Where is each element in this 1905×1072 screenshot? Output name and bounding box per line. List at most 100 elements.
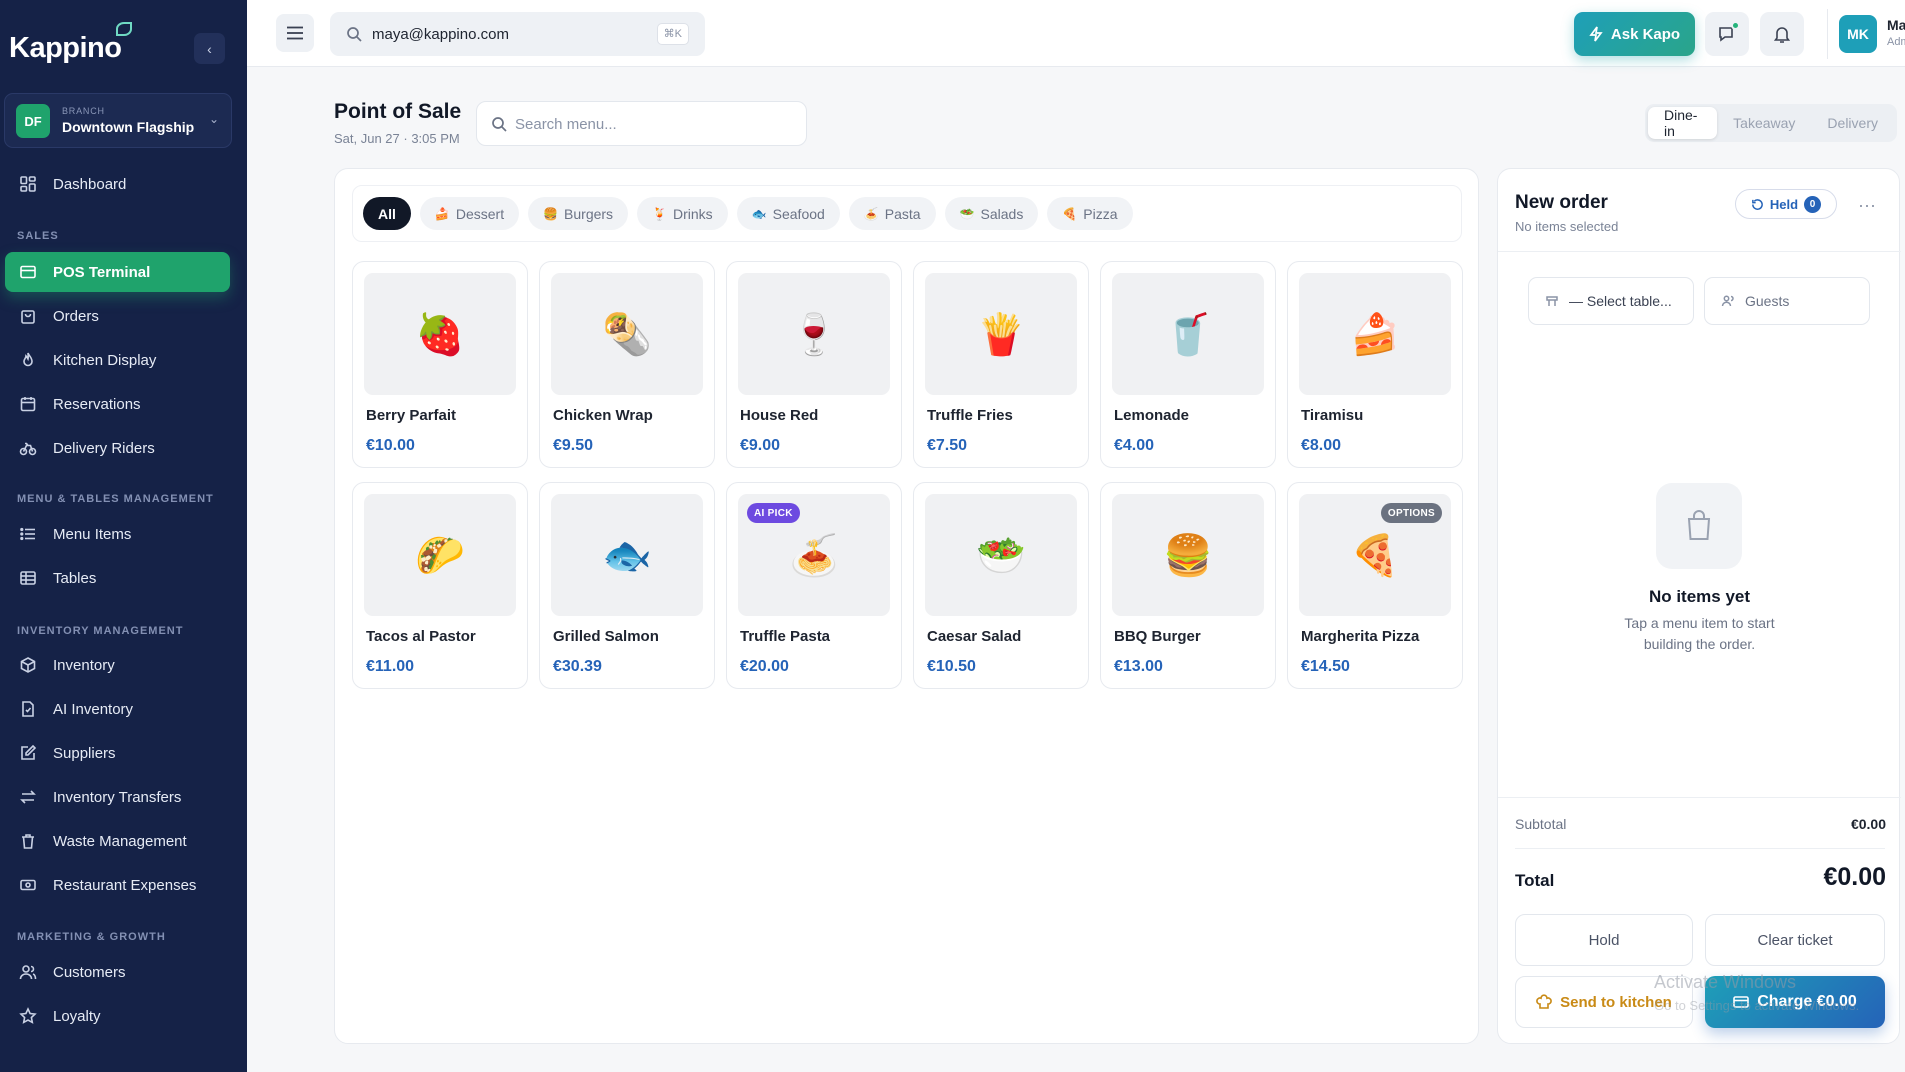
sidebar-item-suppliers[interactable]: Suppliers	[5, 733, 230, 773]
category-chip-salads[interactable]: 🥗 Salads	[944, 197, 1039, 230]
menu-item-card[interactable]: 🍷 House Red €9.00	[726, 261, 902, 468]
category-chip-dessert[interactable]: 🍰 Dessert	[419, 197, 520, 230]
menu-toggle-button[interactable]	[276, 14, 314, 52]
menu-item-card[interactable]: 🥗 Caesar Salad €10.50	[913, 482, 1089, 689]
item-price: €7.50	[927, 437, 968, 454]
drink-icon: 🍹	[652, 206, 668, 221]
sidebar-item-delivery-riders[interactable]: Delivery Riders	[5, 428, 230, 468]
sidebar-item-pos-terminal[interactable]: POS Terminal	[5, 252, 230, 292]
more-options-icon[interactable]: ···	[1853, 191, 1881, 219]
guests-field[interactable]: Guests	[1704, 277, 1870, 325]
branch-avatar: DF	[16, 104, 50, 138]
sidebar-item-dashboard[interactable]: Dashboard	[5, 164, 230, 204]
sidebar-item-label: Restaurant Expenses	[53, 876, 197, 894]
sidebar-item-loyalty[interactable]: Loyalty	[5, 996, 230, 1036]
ask-kapo-button[interactable]: Ask Kapo	[1574, 12, 1695, 56]
burger-icon: 🍔	[543, 206, 559, 221]
menu-search-input[interactable]	[515, 114, 785, 134]
menu-item-card[interactable]: 🍝 AI PICK Truffle Pasta €20.00	[726, 482, 902, 689]
burger-icon: 🍔	[1112, 494, 1264, 616]
table-icon	[1546, 296, 1558, 306]
user-menu[interactable]: MK Maya Admin	[1827, 9, 1905, 59]
item-price: €30.39	[553, 658, 602, 675]
held-orders-button[interactable]: Held 0	[1735, 189, 1837, 219]
order-panel: New order No items selected Held 0 ··· —…	[1497, 168, 1901, 1044]
tab-dine-in[interactable]: Dine-in	[1648, 107, 1718, 139]
menu-item-card[interactable]: 🥤 Lemonade €4.00	[1100, 261, 1276, 468]
notifications-button[interactable]	[1760, 12, 1804, 56]
sidebar-item-label: Kitchen Display	[53, 351, 157, 369]
collapse-sidebar-button[interactable]: ‹	[194, 33, 225, 64]
sidebar-item-inventory[interactable]: Inventory	[5, 645, 230, 685]
strawberry-icon: 🍓	[364, 273, 516, 395]
pizza-icon: 🍕	[1062, 206, 1078, 221]
item-name: Tacos al Pastor	[366, 628, 476, 645]
category-chip-pizza[interactable]: 🍕 Pizza	[1047, 197, 1133, 230]
star-icon	[18, 1006, 38, 1026]
menu-item-card[interactable]: 🌮 Tacos al Pastor €11.00	[352, 482, 528, 689]
menu-search[interactable]	[476, 101, 807, 146]
cake-icon: 🍰	[1299, 273, 1451, 395]
sidebar-item-restaurant-expenses[interactable]: Restaurant Expenses	[5, 865, 230, 905]
sidebar-item-customers[interactable]: Customers	[5, 952, 230, 992]
sidebar-item-ai-inventory[interactable]: AI Inventory	[5, 689, 230, 729]
sidebar-item-reservations[interactable]: Reservations	[5, 384, 230, 424]
empty-state-title: No items yet	[1648, 587, 1751, 606]
chip-label: All	[378, 205, 396, 222]
salad-icon: 🥗	[925, 494, 1077, 616]
chip-label: Burgers	[564, 205, 614, 222]
edit-icon	[18, 743, 38, 763]
subtotal-value: €0.00	[1850, 816, 1886, 832]
empty-bag-icon	[1656, 483, 1742, 569]
section-marketing: MARKETING & GROWTH	[17, 931, 166, 943]
select-table-label: — Select table...	[1569, 293, 1672, 309]
held-label: Held	[1769, 196, 1799, 212]
sidebar: Kappino ‹ DF BRANCH Downtown Flagship ⌄ …	[0, 0, 247, 1072]
tab-delivery[interactable]: Delivery	[1811, 107, 1894, 139]
sidebar-item-label: Loyalty	[53, 1007, 101, 1025]
menu-item-card[interactable]: 🍟 Truffle Fries €7.50	[913, 261, 1089, 468]
item-name: Truffle Fries	[927, 407, 1013, 424]
divider	[1498, 797, 1901, 798]
category-chip-drinks[interactable]: 🍹 Drinks	[637, 197, 728, 230]
menu-item-card[interactable]: 🍕 OPTIONS Margherita Pizza €14.50	[1287, 482, 1463, 689]
tab-takeaway[interactable]: Takeaway	[1717, 107, 1811, 139]
item-name: Chicken Wrap	[553, 407, 653, 424]
menu-item-card[interactable]: 🍰 Tiramisu €8.00	[1287, 261, 1463, 468]
sidebar-item-menu-items[interactable]: Menu Items	[5, 514, 230, 554]
doc-icon	[18, 699, 38, 719]
messages-button[interactable]	[1705, 12, 1749, 56]
app-logo[interactable]: Kappino	[9, 22, 132, 65]
options-badge: OPTIONS	[1380, 503, 1442, 523]
bolt-icon	[1589, 26, 1603, 42]
select-table-dropdown[interactable]: — Select table...	[1528, 277, 1694, 325]
global-search[interactable]: ⌘K	[330, 12, 705, 56]
menu-item-card[interactable]: 🍔 BBQ Burger €13.00	[1100, 482, 1276, 689]
sidebar-item-tables[interactable]: Tables	[5, 558, 230, 598]
category-chip-pasta[interactable]: 🍝 Pasta	[848, 197, 936, 230]
category-chip-seafood[interactable]: 🐟 Seafood	[736, 197, 840, 230]
category-chip-burgers[interactable]: 🍔 Burgers	[528, 197, 629, 230]
menu-item-card[interactable]: 🌯 Chicken Wrap €9.50	[539, 261, 715, 468]
global-search-input[interactable]	[372, 23, 642, 45]
item-name: Truffle Pasta	[740, 628, 831, 645]
fries-icon: 🍟	[925, 273, 1077, 395]
guests-label: Guests	[1745, 293, 1790, 309]
section-sales: SALES	[17, 230, 59, 242]
branch-selector[interactable]: DF BRANCH Downtown Flagship ⌄	[4, 93, 232, 148]
sidebar-item-waste-management[interactable]: Waste Management	[5, 821, 230, 861]
item-name: Lemonade	[1114, 407, 1190, 424]
sidebar-item-inventory-transfers[interactable]: Inventory Transfers	[5, 777, 230, 817]
bell-icon	[1773, 27, 1791, 43]
item-name: Grilled Salmon	[553, 628, 659, 645]
menu-item-card[interactable]: 🐟 Grilled Salmon €30.39	[539, 482, 715, 689]
hold-button[interactable]: Hold	[1515, 914, 1693, 966]
menu-item-card[interactable]: 🍓 Berry Parfait €10.00	[352, 261, 528, 468]
item-price: €9.50	[553, 437, 594, 454]
clear-ticket-button[interactable]: Clear ticket	[1705, 914, 1885, 966]
sidebar-item-kitchen-display[interactable]: Kitchen Display	[5, 340, 230, 380]
sidebar-item-orders[interactable]: Orders	[5, 296, 230, 336]
user-role: Admin	[1887, 36, 1905, 48]
grid-icon	[18, 174, 38, 194]
category-chip-all[interactable]: All	[363, 197, 411, 230]
